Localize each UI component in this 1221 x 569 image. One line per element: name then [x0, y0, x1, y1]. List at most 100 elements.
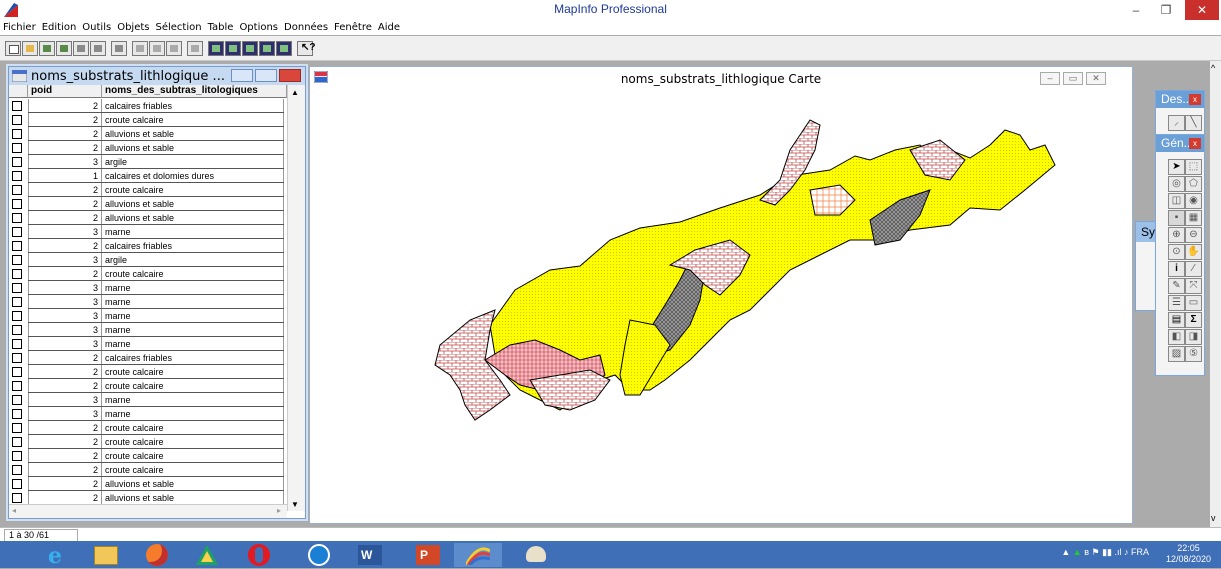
menu-objets[interactable]: Objets — [114, 20, 152, 35]
table-row[interactable]: 3 marne — [9, 309, 287, 323]
table-row[interactable]: 1 calcaires et dolomies dures — [9, 169, 287, 183]
table-row[interactable]: 3 marne — [9, 295, 287, 309]
drive-sync-icon[interactable]: ▲ — [1073, 547, 1084, 557]
cell-substrat-name[interactable]: croute calcaire — [102, 379, 284, 393]
invert-select-icon[interactable]: ◉ — [1185, 193, 1202, 209]
open-workspace-icon[interactable] — [39, 41, 55, 56]
row-select-checkbox[interactable] — [12, 101, 22, 111]
cell-substrat-name[interactable]: alluvions et sable — [102, 491, 284, 505]
help-pointer-icon[interactable]: ↖? — [297, 41, 316, 56]
cell-substrat-name[interactable]: alluvions et sable — [102, 141, 284, 155]
cell-poid[interactable]: 3 — [28, 309, 102, 323]
radius-select-icon[interactable]: ◎ — [1168, 176, 1185, 192]
menu-edition[interactable]: Edition — [39, 20, 80, 35]
table-row[interactable]: 2 croute calcaire — [9, 365, 287, 379]
row-select-checkbox[interactable] — [12, 311, 22, 321]
workspace-scroll-down-icon[interactable]: v — [1211, 513, 1216, 523]
cell-poid[interactable]: 3 — [28, 407, 102, 421]
cell-substrat-name[interactable]: argile — [102, 253, 284, 267]
cell-poid[interactable]: 2 — [28, 183, 102, 197]
row-select-checkbox[interactable] — [12, 115, 22, 125]
table-row[interactable]: 2 alluvions et sable — [9, 477, 287, 491]
redistricter-icon[interactable] — [276, 41, 292, 56]
row-select-checkbox[interactable] — [12, 185, 22, 195]
print-icon[interactable] — [111, 41, 127, 56]
network-icon[interactable]: ▮▮ — [1102, 547, 1114, 557]
row-select-checkbox[interactable] — [12, 171, 22, 181]
menu-outils[interactable]: Outils — [79, 20, 114, 35]
grabber-hand-icon[interactable]: ✋ — [1185, 244, 1202, 260]
scroll-down-arrow-icon[interactable]: ▼ — [291, 500, 299, 509]
layout-select-icon[interactable]: ▦ — [1185, 210, 1202, 226]
row-select-checkbox[interactable] — [12, 353, 22, 363]
browser-vertical-scrollbar[interactable]: ▲ ▼ — [287, 85, 305, 511]
general-palette[interactable]: Gén... x ➤ ⬚ ◎ ⬠ ◫ ◉ ▪ ▦ ⊕ ⊖ ⊙ ✋ i ⁄ ✎ ⤧… — [1155, 134, 1205, 376]
browser-maximize-button[interactable] — [255, 69, 277, 82]
scroll-up-arrow-icon[interactable]: ▲ — [291, 88, 299, 97]
cell-poid[interactable]: 3 — [28, 323, 102, 337]
mapinfo-taskbar-icon[interactable] — [454, 543, 502, 567]
map-minimize-button[interactable]: – — [1040, 72, 1060, 85]
google-drive-icon[interactable] — [188, 543, 228, 567]
cell-substrat-name[interactable]: croute calcaire — [102, 435, 284, 449]
paste-icon[interactable] — [166, 41, 182, 56]
row-select-checkbox[interactable] — [12, 451, 22, 461]
cell-substrat-name[interactable]: argile — [102, 155, 284, 169]
marquee-select-icon[interactable]: ⬚ — [1185, 159, 1202, 175]
menu-aide[interactable]: Aide — [375, 20, 403, 35]
close-button[interactable]: ✕ — [1185, 0, 1219, 20]
table-row[interactable]: 3 marne — [9, 281, 287, 295]
cell-substrat-name[interactable]: croute calcaire — [102, 463, 284, 477]
row-select-checkbox[interactable] — [12, 395, 22, 405]
set-target-icon[interactable]: ◨ — [1185, 329, 1202, 345]
table-row[interactable]: 2 croute calcaire — [9, 435, 287, 449]
copy-icon[interactable] — [149, 41, 165, 56]
cell-poid[interactable]: 2 — [28, 113, 102, 127]
table-row[interactable]: 2 croute calcaire — [9, 183, 287, 197]
firefox-icon[interactable] — [138, 543, 178, 567]
browser-title-bar[interactable]: noms_substrats_lithlogique ... — [9, 67, 305, 85]
row-select-checkbox[interactable] — [12, 437, 22, 447]
teamviewer-icon[interactable] — [300, 543, 340, 567]
menu-selection[interactable]: Sélection — [152, 20, 204, 35]
save-window-icon[interactable] — [90, 41, 106, 56]
graph-select-icon[interactable]: ▪ — [1168, 210, 1185, 226]
legend-icon[interactable]: ▤ — [1168, 312, 1185, 328]
cell-poid[interactable]: 2 — [28, 239, 102, 253]
map-canvas[interactable] — [310, 90, 1130, 522]
show-hidden-icons-icon[interactable]: ▲ — [1061, 547, 1072, 557]
row-select-checkbox[interactable] — [12, 157, 22, 167]
cell-substrat-name[interactable]: calcaires friables — [102, 239, 284, 253]
mapbasic-icon[interactable]: ⑤ — [1185, 346, 1202, 362]
table-row[interactable]: 2 calcaires friables — [9, 351, 287, 365]
new-map-icon[interactable] — [225, 41, 241, 56]
layer-control-icon[interactable]: ☰ — [1168, 295, 1185, 311]
cell-poid[interactable]: 2 — [28, 463, 102, 477]
table-row[interactable]: 2 alluvions et sable — [9, 197, 287, 211]
cell-substrat-name[interactable]: croute calcaire — [102, 449, 284, 463]
cell-poid[interactable]: 2 — [28, 127, 102, 141]
table-row[interactable]: 2 croute calcaire — [9, 463, 287, 477]
cell-substrat-name[interactable]: marne — [102, 393, 284, 407]
table-row[interactable]: 3 marne — [9, 393, 287, 407]
column-header-name[interactable]: noms_des_subtras_litologiques — [102, 85, 287, 98]
cell-substrat-name[interactable]: croute calcaire — [102, 421, 284, 435]
drawing-palette[interactable]: Des... x ⸝ ╲ — [1155, 90, 1205, 136]
cell-substrat-name[interactable]: marne — [102, 309, 284, 323]
browser-close-button[interactable] — [279, 69, 301, 82]
cell-substrat-name[interactable]: croute calcaire — [102, 113, 284, 127]
cell-substrat-name[interactable]: calcaires friables — [102, 99, 284, 113]
row-select-checkbox[interactable] — [12, 213, 22, 223]
cell-poid[interactable]: 3 — [28, 295, 102, 309]
cell-substrat-name[interactable]: marne — [102, 225, 284, 239]
menu-options[interactable]: Options — [236, 20, 281, 35]
clip-region-icon[interactable]: ◧ — [1168, 329, 1185, 345]
label-tool-icon[interactable]: ✎ — [1168, 278, 1185, 294]
hotlink-icon[interactable]: ⁄ — [1185, 261, 1202, 277]
line-tool-icon[interactable]: ╲ — [1185, 115, 1202, 131]
column-header-poid[interactable]: poid — [28, 85, 102, 98]
undo-icon[interactable] — [187, 41, 203, 56]
cell-poid[interactable]: 3 — [28, 281, 102, 295]
cell-poid[interactable]: 3 — [28, 253, 102, 267]
map-title-bar[interactable]: noms_substrats_lithlogique Carte – ▭ ✕ — [310, 67, 1132, 90]
